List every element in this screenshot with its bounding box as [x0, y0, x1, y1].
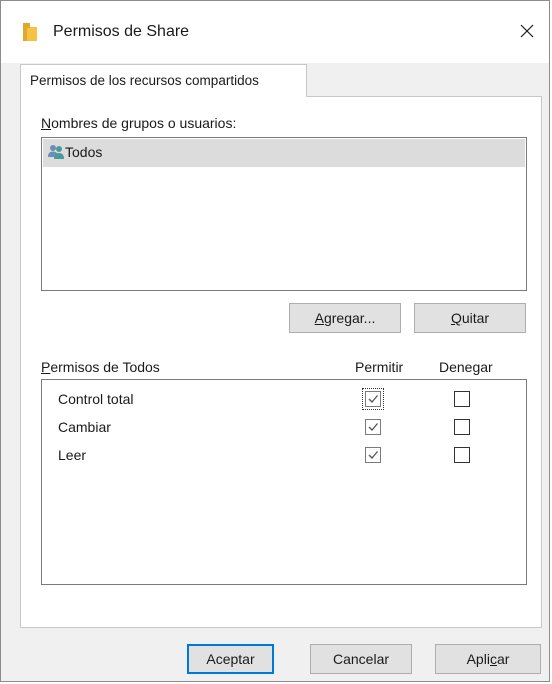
users-group-icon [47, 144, 65, 160]
deny-checkbox-cambiar[interactable] [454, 419, 470, 435]
allow-checkbox-cambiar[interactable] [365, 419, 381, 435]
permission-name: Cambiar [58, 419, 111, 435]
list-item-todos[interactable]: Todos [43, 139, 525, 167]
checkmark-icon [368, 451, 378, 459]
permission-row-control-total: Control total [42, 386, 526, 414]
column-header-deny: Denegar [439, 359, 493, 375]
deny-checkbox-control-total[interactable] [454, 391, 470, 407]
permissions-label: Permisos de Todos [41, 359, 160, 375]
permission-row-leer: Leer [42, 442, 526, 470]
remove-button[interactable]: Quitar [414, 303, 526, 333]
allow-checkbox-control-total[interactable] [362, 388, 384, 410]
apply-button[interactable]: Aplicar [435, 644, 541, 674]
groups-label: Nombres de grupos o usuarios: [41, 115, 237, 131]
checkmark-icon [368, 395, 378, 403]
close-icon [520, 24, 534, 38]
add-button[interactable]: Agregar... [289, 303, 401, 333]
title-bar: Permisos de Share [1, 1, 549, 63]
close-button[interactable] [513, 17, 541, 45]
folder-icon [23, 23, 37, 41]
deny-checkbox-leer[interactable] [454, 447, 470, 463]
column-header-allow: Permitir [355, 359, 404, 375]
permission-row-cambiar: Cambiar [42, 414, 526, 442]
checkmark-icon [368, 423, 378, 431]
permissions-dialog: Permisos de Share Permisos de los recurs… [0, 0, 550, 682]
window-title: Permisos de Share [53, 23, 190, 40]
ok-button[interactable]: Aceptar [187, 644, 274, 674]
permission-name: Leer [58, 447, 87, 463]
permission-name: Control total [58, 391, 134, 407]
group-name: Todos [65, 144, 103, 160]
tab-panel: Nombres de grupos o usuarios: Todos Agre… [20, 96, 542, 628]
tab-shared-permissions[interactable]: Permisos de los recursos compartidos [20, 64, 307, 97]
cancel-button[interactable]: Cancelar [310, 644, 412, 674]
permissions-list: Control total Cambiar Leer [41, 379, 527, 585]
allow-checkbox-leer[interactable] [365, 447, 381, 463]
groups-listbox[interactable]: Todos [41, 137, 527, 291]
